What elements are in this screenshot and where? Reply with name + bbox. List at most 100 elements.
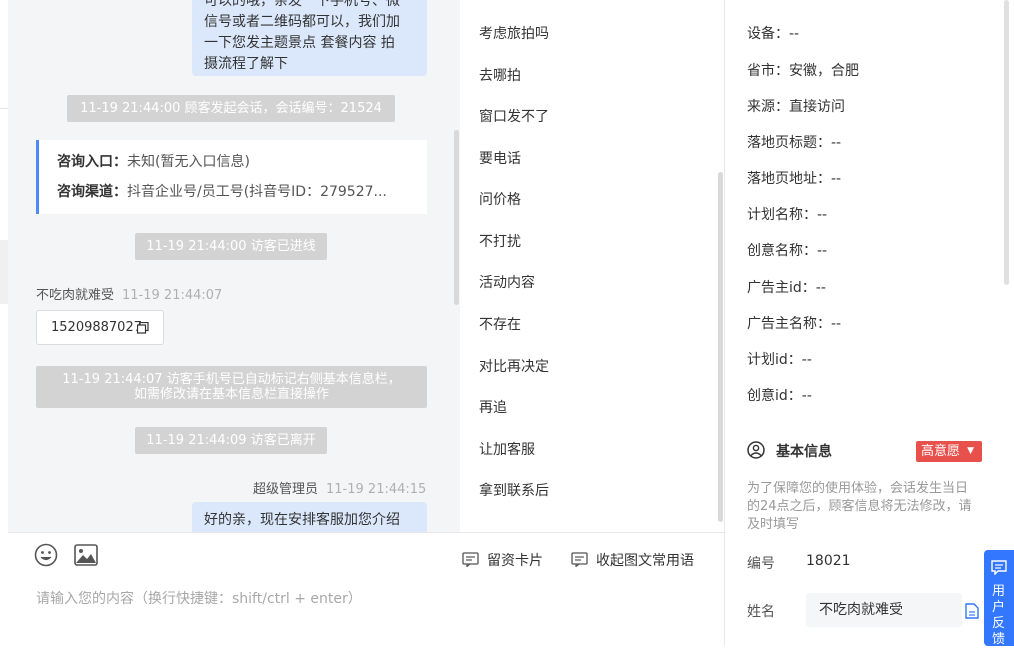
- lead-card-button[interactable]: 留资卡片: [462, 550, 543, 570]
- phrase-item[interactable]: 活动内容: [479, 272, 535, 292]
- detail-label: 创意名称：: [747, 243, 817, 259]
- message-line: 可以的哦，亲发一下手机号、微: [204, 0, 400, 9]
- collapse-phrases-button[interactable]: 收起图文常用语: [571, 550, 694, 570]
- detail-label: 广告主名称：: [747, 316, 831, 332]
- caret-down-icon: ▼: [967, 446, 975, 456]
- consult-channel-row: 咨询渠道：抖音企业号/员工号(抖音号ID：279527...: [57, 182, 427, 212]
- phrase-item[interactable]: 不存在: [479, 314, 521, 334]
- detail-label: 落地页标题：: [747, 135, 831, 151]
- detail-label: 来源：: [747, 99, 789, 115]
- message-input-area: 留资卡片 收起图文常用语 请输入您的内容（换行快捷键：shift/ctrl + …: [8, 532, 725, 647]
- message-line: 信号或者二维码都可以，我们加: [204, 14, 400, 30]
- agent-message-bubble: 可以的哦，亲发一下手机号、微 信号或者二维码都可以，我们加 一下您发主题景点 套…: [192, 0, 427, 76]
- detail-plan-id: 计划id：--: [747, 349, 812, 369]
- detail-landing-title: 落地页标题：--: [747, 132, 841, 152]
- phrase-item[interactable]: 问价格: [479, 189, 521, 209]
- phone-marked-line: 11-19 21:44:07 访客手机号已自动标记右侧基本信息栏，: [62, 372, 401, 387]
- detail-label: 广告主id：: [747, 280, 816, 296]
- phrase-item[interactable]: 不打扰: [479, 231, 521, 251]
- chat-scrollbar[interactable]: [454, 130, 459, 305]
- visitor-name: 不吃肉就难受: [36, 288, 115, 303]
- phrase-item[interactable]: 要电话: [479, 148, 521, 168]
- detail-device: 设备：--: [747, 23, 799, 43]
- system-message-visitor-entered: 11-19 21:44:00 访客已进线: [135, 233, 327, 260]
- quick-phrases-panel: 考虑旅拍吗 去哪拍 窗口发不了 要电话 问价格 不打扰 活动内容 不存在 对比再…: [460, 0, 724, 532]
- details-scrollbar[interactable]: [1004, 0, 1009, 285]
- detail-advertiser-id: 广告主id：--: [747, 277, 826, 297]
- detail-source: 来源：直接访问: [747, 96, 845, 116]
- edit-deadline-note: 为了保障您的使用体验，会话发生当日的24点之后，顾客信息将无法修改，请及时填写: [747, 481, 972, 532]
- intent-level-dropdown[interactable]: 高意愿 ▼: [916, 441, 982, 462]
- detail-label: 创意id：: [747, 388, 802, 404]
- message-icon: [991, 560, 1007, 575]
- phrase-item[interactable]: 对比再决定: [479, 356, 549, 376]
- detail-label: 计划名称：: [747, 207, 817, 223]
- message-input[interactable]: 请输入您的内容（换行快捷键：shift/ctrl + enter）: [36, 588, 362, 608]
- system-message-visitor-left: 11-19 21:44:09 访客已离开: [135, 427, 327, 454]
- consult-entry-label: 咨询入口：: [57, 154, 127, 170]
- detail-label: 计划id：: [747, 352, 802, 368]
- detail-city: 省市：安徽，合肥: [747, 60, 859, 80]
- detail-value: --: [815, 280, 826, 296]
- phrase-item[interactable]: 去哪拍: [479, 65, 521, 85]
- phrase-item[interactable]: 窗口发不了: [479, 106, 549, 126]
- name-input[interactable]: 不吃肉就难受: [806, 593, 962, 627]
- detail-value: --: [801, 352, 812, 368]
- copy-icon[interactable]: [965, 603, 979, 619]
- lead-card-label: 留资卡片: [487, 553, 543, 569]
- system-message-session-start: 11-19 21:44:00 顾客发起会话，会话编号：21524: [67, 95, 395, 122]
- name-input-value: 不吃肉就难受: [819, 602, 903, 618]
- user-feedback-button[interactable]: 用户反馈: [984, 550, 1014, 647]
- gutter-highlight: [0, 240, 8, 304]
- phrases-scrollbar[interactable]: [718, 172, 723, 522]
- detail-creative-id: 创意id：--: [747, 385, 812, 405]
- detail-creative-name: 创意名称：--: [747, 240, 827, 260]
- message-line: 摄流程了解下: [204, 56, 288, 72]
- consult-info-card: 咨询入口：未知(暂无入口信息) 咨询渠道：抖音企业号/员工号(抖音号ID：279…: [36, 140, 427, 214]
- detail-value: --: [817, 207, 828, 223]
- smile-icon[interactable]: [34, 543, 58, 567]
- visitor-phone-message[interactable]: 15209887027: [36, 310, 164, 345]
- id-label: 编号: [747, 556, 775, 572]
- consult-channel-label: 咨询渠道：: [57, 184, 127, 200]
- phrase-item[interactable]: 拿到联系后: [479, 480, 549, 500]
- phrase-item[interactable]: 让加客服: [479, 439, 535, 459]
- card-icon: [462, 552, 479, 568]
- left-gutter: [0, 0, 8, 646]
- phrase-item[interactable]: 考虑旅拍吗: [479, 23, 549, 43]
- phrase-item[interactable]: 再追: [479, 397, 507, 417]
- consult-channel-value: 抖音企业号/员工号(抖音号ID：279527...: [127, 184, 387, 200]
- agent-name: 超级管理员: [253, 482, 319, 497]
- system-message-phone-marked: 11-19 21:44:07 访客手机号已自动标记右侧基本信息栏， 如需修改请在…: [36, 366, 427, 408]
- detail-landing-url: 落地页地址：--: [747, 168, 841, 188]
- user-circle-icon: [747, 441, 765, 459]
- detail-value: 直接访问: [789, 99, 845, 115]
- detail-plan-name: 计划名称：--: [747, 204, 827, 224]
- detail-value: --: [817, 243, 828, 259]
- visitor-timestamp: 11-19 21:44:07: [122, 288, 223, 303]
- id-value: 18021: [806, 553, 851, 569]
- visitor-details-panel: 设备：-- 省市：安徽，合肥 来源：直接访问 落地页标题：-- 落地页地址：--…: [725, 0, 1014, 646]
- gutter-divider: [0, 108, 8, 109]
- detail-value: --: [789, 26, 800, 42]
- detail-advertiser-name: 广告主名称：--: [747, 313, 841, 333]
- detail-value: --: [801, 388, 812, 404]
- user-feedback-label: 用户反馈: [992, 584, 1006, 647]
- detail-value: --: [831, 316, 842, 332]
- agent-message-bubble: 好的亲，现在安排客服加您介绍: [192, 502, 427, 532]
- basic-info-title: 基本信息: [776, 444, 832, 460]
- detail-label: 落地页地址：: [747, 171, 831, 187]
- visitor-phone-number: 15209887027: [51, 320, 142, 335]
- detail-value: 安徽，合肥: [789, 63, 859, 79]
- collapse-phrases-label: 收起图文常用语: [596, 553, 694, 569]
- chat-list-icon: [571, 552, 588, 568]
- visitor-sender-line: 不吃肉就难受 11-19 21:44:07: [36, 284, 222, 303]
- message-line: 一下您发主题景点 套餐内容 拍: [204, 35, 395, 51]
- detail-label: 省市：: [747, 63, 789, 79]
- copy-icon[interactable]: [137, 322, 149, 334]
- consult-entry-value: 未知(暂无入口信息): [127, 154, 250, 170]
- chat-panel: 可以的哦，亲发一下手机号、微 信号或者二维码都可以，我们加 一下您发主题景点 套…: [8, 0, 460, 532]
- intent-level-value: 高意愿: [921, 444, 961, 459]
- image-icon[interactable]: [74, 544, 98, 566]
- name-label: 姓名: [747, 604, 775, 620]
